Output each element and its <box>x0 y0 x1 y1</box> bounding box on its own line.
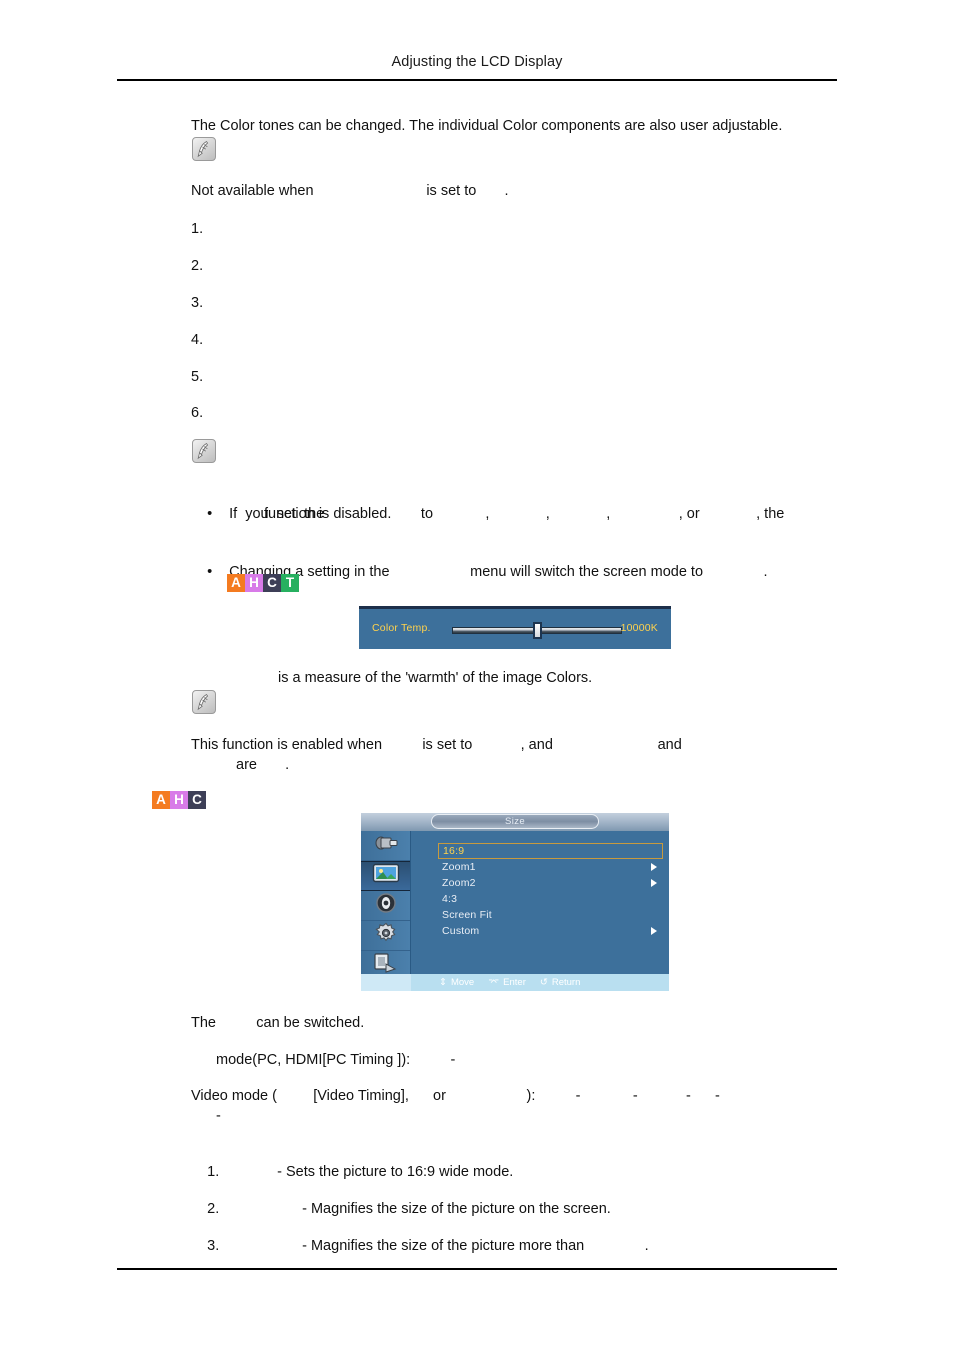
item-text: - Sets the picture to 16:9 wide mode. <box>277 1164 514 1180</box>
osd-option-zoom1[interactable]: Zoom1 <box>438 859 663 875</box>
header-divider <box>117 79 837 81</box>
submenu-arrow-icon <box>651 863 657 871</box>
enter-icon: ⌤ <box>488 977 500 988</box>
osd-footer-move: ⇕ Move <box>439 977 474 988</box>
step-number: 1. <box>191 221 204 237</box>
tag-cell-a: A <box>227 574 245 592</box>
list-item: 3. <box>191 293 213 313</box>
osd-footer-label: Move <box>450 977 475 988</box>
color-temp-label: Color Temp. <box>372 622 431 634</box>
bullet-item: • Changing a setting in the menu will swi… <box>191 542 767 602</box>
osd-title-bar: Size <box>361 813 669 833</box>
list-item: 5. <box>191 367 213 387</box>
osd-size-menu: Size 16:9 Zoom1 Zoom2 4:3 Screen Fit Cus… <box>361 813 669 991</box>
osd-option-list: 16:9 Zoom1 Zoom2 4:3 Screen Fit Custom <box>438 843 663 939</box>
return-icon: ↺ <box>539 977 548 988</box>
osd-sidebar-item-sound[interactable] <box>361 891 410 921</box>
footer-divider <box>117 1268 837 1270</box>
osd-option-label: Zoom1 <box>442 861 476 873</box>
tag-cell-h: H <box>245 574 263 592</box>
updown-arrow-icon: ⇕ <box>439 977 447 988</box>
note-pen-icon <box>192 690 216 714</box>
video-mode-line: Video mode ( [Video Timing], or ): - - -… <box>191 1088 720 1104</box>
list-item: 1. <box>191 219 213 239</box>
osd-option-zoom2[interactable]: Zoom2 <box>438 875 663 891</box>
bullet-dot-icon: • <box>207 564 213 580</box>
manual-page: Adjusting the LCD Display The Color tone… <box>0 0 954 1350</box>
enabled-note-line1: This function is enabled when is set to … <box>191 737 682 753</box>
not-available-note: Not available when is set to . <box>191 183 509 199</box>
submenu-arrow-icon <box>651 879 657 887</box>
osd-sidebar-item-input[interactable] <box>361 831 410 861</box>
list-item: 3. - Magnifies the size of the picture mo… <box>191 1216 649 1276</box>
tag-cell-a: A <box>152 791 170 809</box>
list-item: 4. <box>191 330 213 350</box>
tag-cell-c: C <box>188 791 206 809</box>
submenu-arrow-icon <box>651 927 657 935</box>
osd-option-label: 4:3 <box>442 893 458 905</box>
osd-option-label: Screen Fit <box>442 909 492 921</box>
item-text: - Magnifies the size of the picture more… <box>302 1238 649 1254</box>
sound-icon <box>375 892 397 919</box>
osd-sidebar-item-setup[interactable] <box>361 921 410 951</box>
bullet-dot-icon: • <box>207 506 213 522</box>
list-item: 6. <box>191 403 213 423</box>
input-source-icon <box>373 833 399 858</box>
tag-cell-c: C <box>263 574 281 592</box>
osd-option-4-3[interactable]: 4:3 <box>438 891 663 907</box>
tag-cell-t: T <box>281 574 299 592</box>
step-number: 3. <box>191 295 204 311</box>
intro-paragraph: The Color tones can be changed. The indi… <box>191 118 783 134</box>
note-pen-icon <box>192 439 216 463</box>
osd-footer-label: Return <box>551 977 581 988</box>
osd-footer-enter: ⌤ Enter <box>488 977 526 988</box>
pc-mode-line: mode(PC, HDMI[PC Timing ]): - <box>216 1052 456 1068</box>
list-item: 2. <box>191 256 213 276</box>
osd-option-custom[interactable]: Custom <box>438 923 663 939</box>
picture-icon <box>372 863 400 889</box>
step-number: 4. <box>191 332 204 348</box>
step-number: 6. <box>191 405 204 421</box>
osd-option-label: 16:9 <box>443 845 465 857</box>
osd-footer-return: ↺ Return <box>540 977 580 988</box>
osd-footer-bar: ⇕ Move ⌤ Enter ↺ Return <box>411 974 669 991</box>
page-title: Adjusting the LCD Display <box>391 54 563 70</box>
osd-option-label: Zoom2 <box>442 877 476 889</box>
tag-badge-ahct: A H C T <box>227 574 299 592</box>
osd-menu-title: Size <box>431 814 599 829</box>
size-caption: The can be switched. <box>191 1015 365 1031</box>
video-mode-line-cont: - <box>216 1108 221 1124</box>
osd-body: 16:9 Zoom1 Zoom2 4:3 Screen Fit Custom <box>411 831 669 991</box>
osd-option-screen-fit[interactable]: Screen Fit <box>438 907 663 923</box>
note-pen-icon <box>192 137 216 161</box>
osd-option-label: Custom <box>442 925 480 937</box>
setup-gear-icon <box>374 921 398 950</box>
tag-cell-h: H <box>170 791 188 809</box>
osd-color-temp-strip: Color Temp. 10000K <box>359 606 671 649</box>
bullet-text-line1: Changing a setting in the menu will swit… <box>229 564 768 580</box>
item-text: - Magnifies the size of the picture on t… <box>302 1201 611 1217</box>
step-number: 5. <box>191 369 204 385</box>
step-number: 2. <box>191 258 204 274</box>
bullet-text-line2: function is disabled. <box>264 506 392 522</box>
osd-footer-left-pad <box>361 974 411 991</box>
item-number: 3. <box>207 1238 220 1254</box>
osd-footer-label: Enter <box>503 977 526 988</box>
enabled-note-line2: are . <box>236 757 290 773</box>
color-temp-slider-handle[interactable] <box>532 622 542 639</box>
osd-sidebar-item-picture[interactable] <box>361 861 410 891</box>
color-temp-caption: is a measure of the 'warmth' of the imag… <box>278 670 593 686</box>
osd-sidebar <box>361 831 411 991</box>
tag-badge-ahc: A H C <box>152 791 206 809</box>
osd-option-16-9[interactable]: 16:9 <box>438 843 663 859</box>
color-temp-value: 10000K <box>620 622 658 634</box>
